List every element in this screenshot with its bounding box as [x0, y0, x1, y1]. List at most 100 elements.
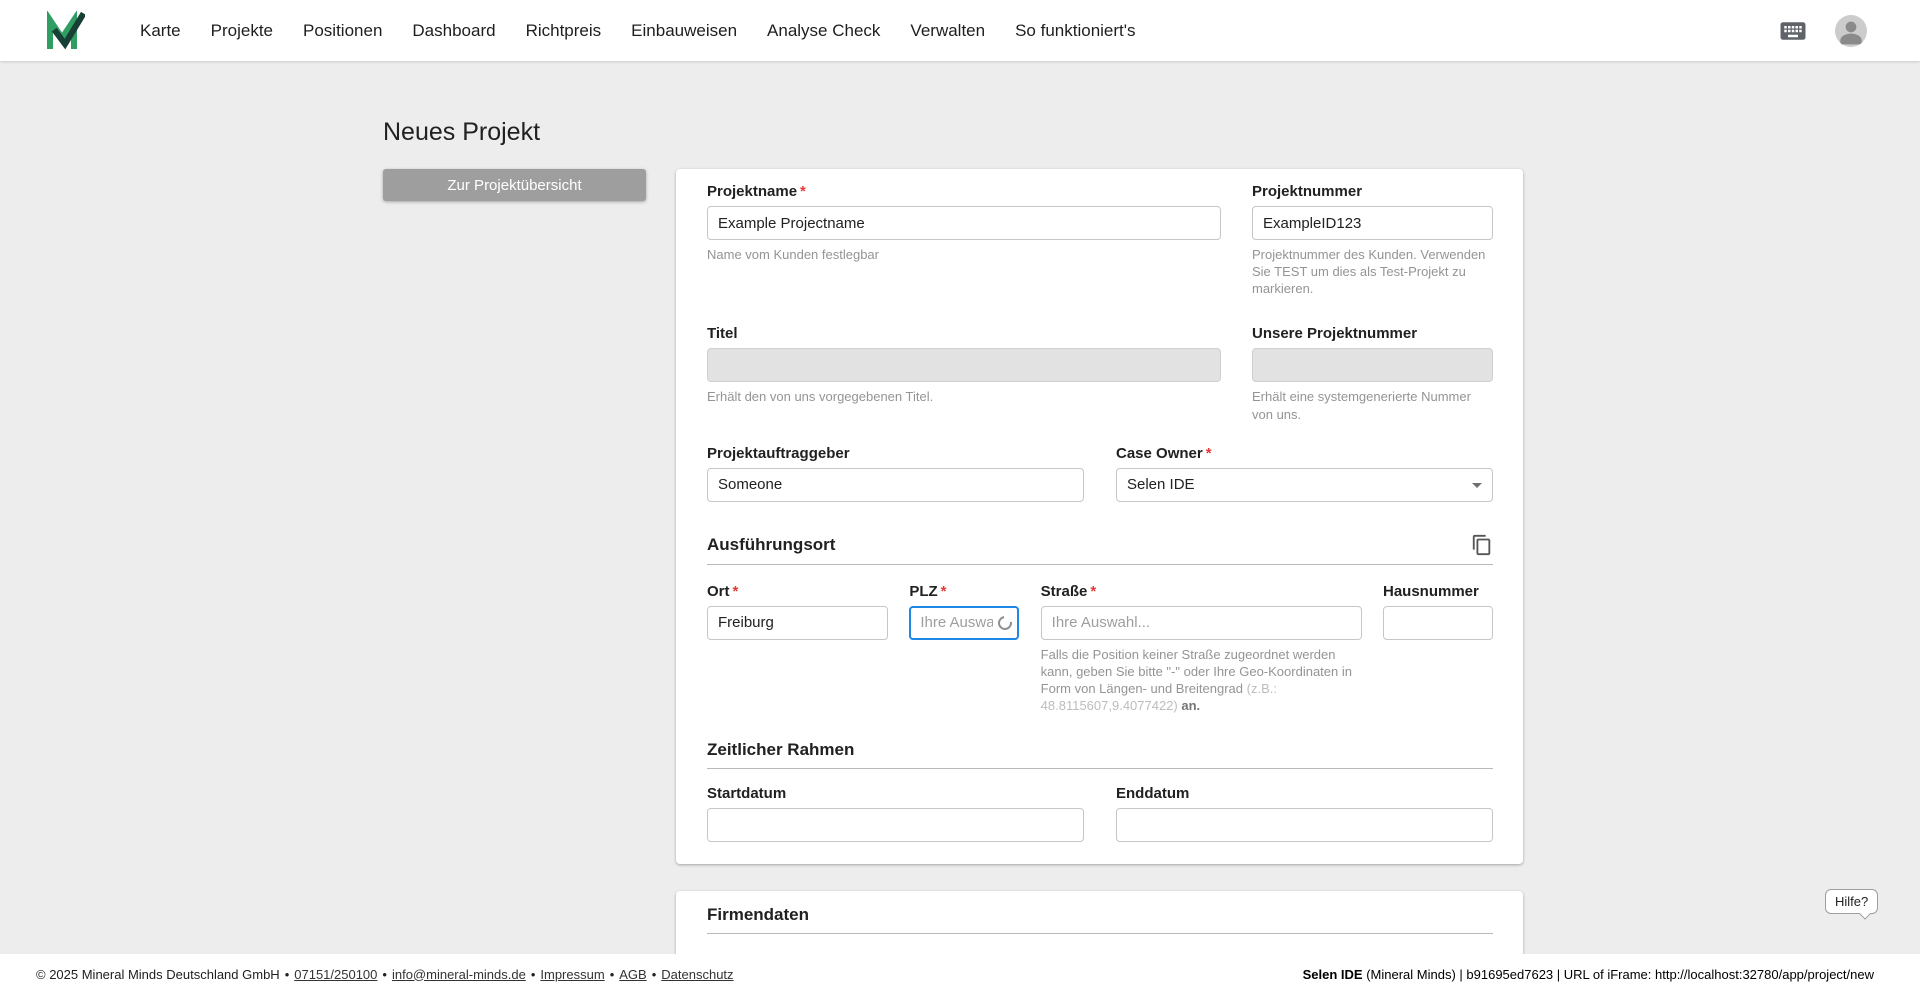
hausnummer-field: Hausnummer: [1382, 582, 1493, 715]
unsere-projektnummer-helper: Erhält eine systemgenerierte Nummer von …: [1252, 389, 1471, 422]
zeitlicher-rahmen-title: Zeitlicher Rahmen: [707, 740, 855, 760]
section-divider: [707, 933, 1493, 934]
projektnummer-field: Projektnummer Projektnummer des Kunden. …: [1252, 183, 1493, 297]
nav-item-positionen[interactable]: Positionen: [303, 21, 382, 41]
titel-field: Titel Erhält den von uns vorgegebenen Ti…: [707, 325, 1221, 422]
footer-separator: •: [609, 966, 615, 982]
row-address: Ort* PLZ* Straße* Falls die Position kei…: [707, 583, 1493, 715]
nav-item-so-funktionierts[interactable]: So funktioniert's: [1015, 21, 1135, 41]
plz-label: PLZ *: [909, 582, 947, 600]
footer-session-info: Selen IDE (Mineral Minds) | b91695ed7623…: [1303, 967, 1874, 982]
row-auftraggeber-caseowner: Projektauftraggeber Case Owner* Selen ID…: [707, 445, 1493, 502]
copy-address-button[interactable]: [1471, 534, 1493, 556]
firmendaten-title: Firmendaten: [707, 905, 810, 924]
case-owner-field: Case Owner * Selen IDE: [1116, 445, 1493, 502]
help-button[interactable]: Hilfe?: [1825, 889, 1879, 920]
speech-bubble-tail: [1859, 908, 1871, 920]
enddatum-label: Enddatum: [1116, 785, 1190, 803]
nav-item-analyse-check[interactable]: Analyse Check: [767, 21, 880, 41]
copy-icon: [1472, 534, 1491, 555]
required-asterisk: *: [732, 582, 739, 600]
copyright-text: © 2025 Mineral Minds Deutschland GmbH: [36, 966, 280, 982]
projektauftraggeber-field: Projektauftraggeber: [707, 445, 1084, 502]
chevron-down-icon: [1472, 482, 1482, 488]
footer-datenschutz-link[interactable]: Datenschutz: [661, 967, 733, 982]
required-asterisk: *: [800, 183, 806, 200]
main-navigation: Karte Projekte Positionen Dashboard Rich…: [140, 21, 1136, 41]
strasse-label: Straße *: [1040, 582, 1097, 600]
section-zeitlicher-rahmen: Zeitlicher Rahmen: [707, 740, 1493, 770]
plz-field: PLZ *: [909, 582, 1020, 715]
projektname-label: Projektname *: [707, 183, 806, 200]
projektname-helper: Name vom Kunden festlegbar: [707, 247, 879, 262]
ausfuehrungsort-title: Ausführungsort: [707, 534, 836, 554]
strasse-helper: Falls die Position keiner Straße zugeord…: [1040, 646, 1352, 714]
footer-phone-link[interactable]: 07151/250100: [294, 967, 377, 982]
nav-item-einbauweisen[interactable]: Einbauweisen: [631, 21, 737, 41]
row-projektname-projektnummer: Projektname* Name vom Kunden festlegbar …: [707, 183, 1493, 297]
user-menu-button[interactable]: [1835, 14, 1867, 47]
hausnummer-input[interactable]: [1382, 605, 1493, 640]
page-title: Neues Projekt: [383, 118, 541, 146]
row-titel-unsere-projektnummer: Titel Erhält den von uns vorgegebenen Ti…: [707, 325, 1493, 422]
unsere-projektnummer-input: [1252, 348, 1493, 383]
top-navbar: Karte Projekte Positionen Dashboard Rich…: [0, 0, 1920, 61]
startdatum-input[interactable]: [707, 808, 1084, 843]
app-logo-icon[interactable]: [45, 10, 85, 51]
required-asterisk: *: [940, 582, 947, 600]
footer-separator: •: [284, 966, 290, 982]
footer-agb-link[interactable]: AGB: [619, 967, 646, 982]
ort-input[interactable]: [707, 605, 888, 640]
unsere-projektnummer-label: Unsere Projektnummer: [1252, 325, 1418, 343]
nav-item-dashboard[interactable]: Dashboard: [412, 21, 495, 41]
required-asterisk: *: [1090, 582, 1097, 600]
project-form-card: Projektname* Name vom Kunden festlegbar …: [676, 169, 1523, 865]
enddatum-field: Enddatum: [1116, 785, 1493, 843]
required-asterisk: *: [1205, 444, 1212, 462]
keyboard-icon: [1780, 21, 1806, 40]
row-dates: Startdatum Enddatum: [707, 785, 1493, 843]
unsere-projektnummer-field: Unsere Projektnummer Erhält eine systemg…: [1252, 325, 1493, 422]
section-ausfuehrungsort: Ausführungsort: [707, 534, 1493, 565]
projektauftraggeber-label: Projektauftraggeber: [707, 444, 850, 462]
projektnummer-input[interactable]: [1252, 206, 1493, 240]
nav-item-verwalten[interactable]: Verwalten: [910, 21, 985, 41]
titel-label: Titel: [707, 325, 738, 343]
section-divider: [707, 768, 1493, 770]
case-owner-selected-value: Selen IDE: [1127, 476, 1195, 494]
session-user: Selen IDE: [1302, 966, 1363, 982]
strasse-field: Straße* Falls die Position keiner Straße…: [1040, 582, 1362, 715]
session-details: (Mineral Minds) | b91695ed7623 | URL of …: [1362, 966, 1874, 982]
case-owner-select[interactable]: Selen IDE: [1116, 467, 1493, 502]
footer-separator: •: [530, 966, 536, 982]
projektnummer-label: Projektnummer: [1252, 183, 1363, 200]
footer-separator: •: [382, 966, 387, 982]
section-divider: [707, 563, 1493, 565]
ort-label: Ort *: [707, 582, 739, 600]
footer-left: © 2025 Mineral Minds Deutschland GmbH • …: [36, 967, 734, 982]
titel-input: [707, 348, 1221, 383]
enddatum-input[interactable]: [1116, 808, 1493, 843]
projektnummer-helper: Projektnummer des Kunden. Verwenden Sie …: [1252, 247, 1486, 297]
back-to-projects-button[interactable]: Zur Projektübersicht: [383, 169, 646, 201]
projektauftraggeber-input[interactable]: [707, 467, 1084, 502]
hausnummer-label: Hausnummer: [1382, 582, 1479, 600]
ort-field: Ort *: [707, 583, 888, 715]
startdatum-field: Startdatum: [707, 785, 1084, 843]
app-root: Karte Projekte Positionen Dashboard Rich…: [0, 0, 1920, 994]
nav-item-karte[interactable]: Karte: [140, 21, 181, 41]
footer-impressum-link[interactable]: Impressum: [540, 967, 604, 982]
footer-separator: •: [651, 966, 657, 982]
projektname-input[interactable]: [707, 206, 1221, 240]
help-button-label: Hilfe?: [1835, 894, 1869, 909]
navbar-right: [1778, 14, 1867, 47]
user-avatar: [1835, 14, 1867, 47]
titel-helper: Erhält den von uns vorgegebenen Titel.: [707, 389, 934, 405]
nav-item-richtpreis[interactable]: Richtpreis: [526, 21, 602, 41]
footer-email-link[interactable]: info@mineral-minds.de: [392, 967, 526, 982]
case-owner-label: Case Owner *: [1116, 444, 1212, 462]
nav-item-projekte[interactable]: Projekte: [211, 21, 273, 41]
keyboard-button[interactable]: [1778, 16, 1808, 46]
projektname-field: Projektname* Name vom Kunden festlegbar: [707, 183, 1221, 297]
strasse-input[interactable]: [1040, 605, 1362, 640]
